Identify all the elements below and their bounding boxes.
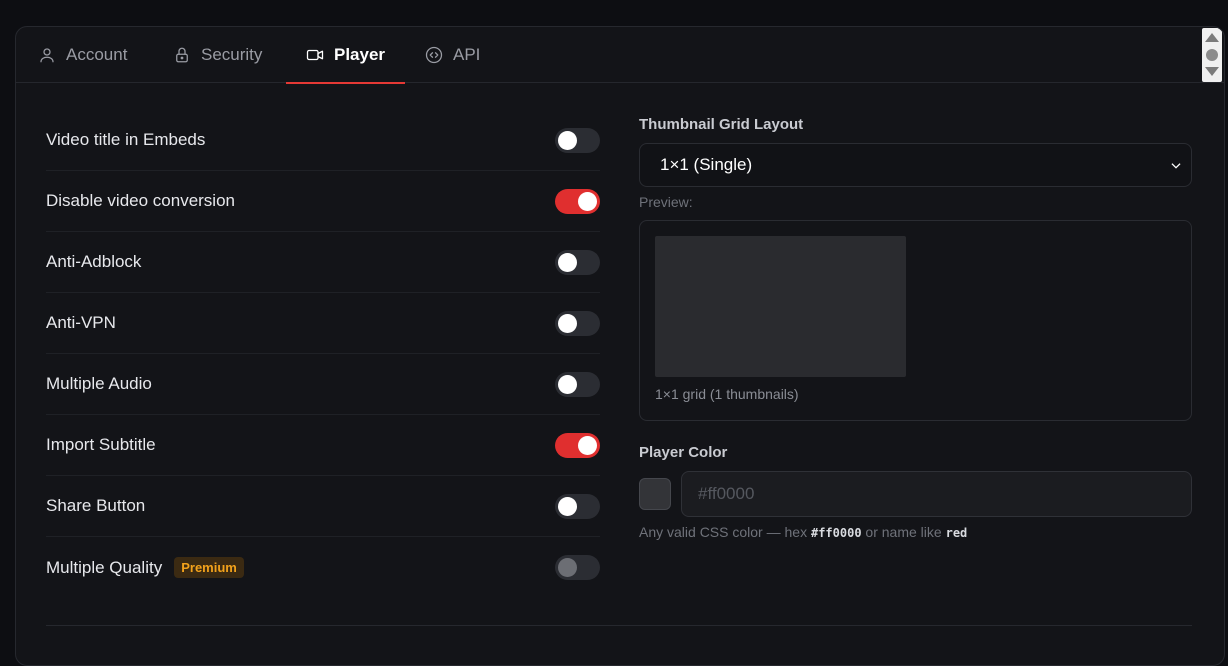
thumbnail-grid-select[interactable]: 1×1 (Single) <box>639 143 1192 187</box>
preview-label: Preview: <box>639 194 693 210</box>
grid-caption: 1×1 grid (1 thumbnails) <box>655 386 799 402</box>
hint-prefix: Any valid CSS color — hex <box>639 524 811 540</box>
tab-player[interactable]: Player <box>285 27 406 84</box>
setting-label: Disable video conversion <box>46 191 235 210</box>
tab-player-label: Player <box>334 45 386 64</box>
player-color-label: Player Color <box>639 444 728 461</box>
setting-label: Multiple Audio <box>46 374 152 393</box>
tab-api-label: API <box>453 45 481 64</box>
setting-row-disable-conversion: Disable video conversion <box>46 171 600 232</box>
code-icon <box>425 46 443 64</box>
chevron-down-icon <box>1169 158 1183 172</box>
color-swatch[interactable] <box>639 478 671 510</box>
thumbnail-preview: 1×1 grid (1 thumbnails) <box>639 220 1192 421</box>
video-icon <box>306 49 324 61</box>
setting-label: Video title in Embeds <box>46 130 206 149</box>
toggle-knob <box>558 253 577 272</box>
scroll-thumb[interactable] <box>1206 49 1218 61</box>
share-button-toggle[interactable] <box>555 494 600 519</box>
scroll-up-arrow-icon[interactable] <box>1205 33 1219 42</box>
toggle-knob <box>558 314 577 333</box>
setting-label: Anti-VPN <box>46 313 116 332</box>
player-color-input[interactable] <box>681 471 1192 517</box>
setting-label: Import Subtitle <box>46 435 156 454</box>
multiple-audio-toggle[interactable] <box>555 372 600 397</box>
import-subtitle-toggle[interactable] <box>555 433 600 458</box>
toggle-knob <box>558 497 577 516</box>
toggle-knob <box>558 375 577 394</box>
hint-code-name: red <box>945 526 968 540</box>
tab-security-label: Security <box>201 45 263 64</box>
hint-code-hex: #ff0000 <box>810 526 862 540</box>
player-settings-list: Video title in Embeds Disable video conv… <box>46 110 600 598</box>
tab-bar: Account Security Player API <box>16 27 1224 84</box>
toggle-knob <box>558 131 577 150</box>
user-icon <box>40 48 54 63</box>
scroll-down-arrow-icon[interactable] <box>1205 67 1219 76</box>
multiple-quality-toggle[interactable] <box>555 555 600 580</box>
setting-label: Multiple Quality <box>46 557 163 577</box>
premium-badge: Premium <box>174 557 244 578</box>
setting-row-import-subtitle: Import Subtitle <box>46 415 600 476</box>
hint-mid: or name like <box>861 524 946 540</box>
video-title-toggle[interactable] <box>555 128 600 153</box>
toggle-knob <box>578 192 597 211</box>
lock-icon <box>176 47 188 63</box>
scrollbar[interactable] <box>1202 28 1222 82</box>
section-divider <box>46 625 1192 626</box>
setting-label: Anti-Adblock <box>46 252 142 271</box>
tab-security[interactable]: Security <box>173 27 262 83</box>
anti-adblock-toggle[interactable] <box>555 250 600 275</box>
thumbnail-grid-label: Thumbnail Grid Layout <box>639 116 804 133</box>
setting-label: Share Button <box>46 496 146 515</box>
setting-row-multiple-quality: Multiple Quality Premium <box>46 537 600 598</box>
tab-account[interactable]: Account <box>38 27 127 83</box>
disable-conversion-toggle[interactable] <box>555 189 600 214</box>
setting-row-share-button: Share Button <box>46 476 600 537</box>
toggle-knob <box>558 558 577 577</box>
tab-api[interactable]: API <box>425 27 480 83</box>
settings-panel: Account Security Player API Video title … <box>15 26 1225 666</box>
select-value: 1×1 (Single) <box>660 155 753 174</box>
toggle-knob <box>578 436 597 455</box>
setting-row-video-title: Video title in Embeds <box>46 110 600 171</box>
thumbnail-placeholder <box>655 236 906 377</box>
setting-row-multiple-audio: Multiple Audio <box>46 354 600 415</box>
anti-vpn-toggle[interactable] <box>555 311 600 336</box>
setting-row-anti-adblock: Anti-Adblock <box>46 232 600 293</box>
setting-row-anti-vpn: Anti-VPN <box>46 293 600 354</box>
tab-account-label: Account <box>66 45 128 64</box>
color-hint: Any valid CSS color — hex #ff0000 or nam… <box>639 524 967 540</box>
